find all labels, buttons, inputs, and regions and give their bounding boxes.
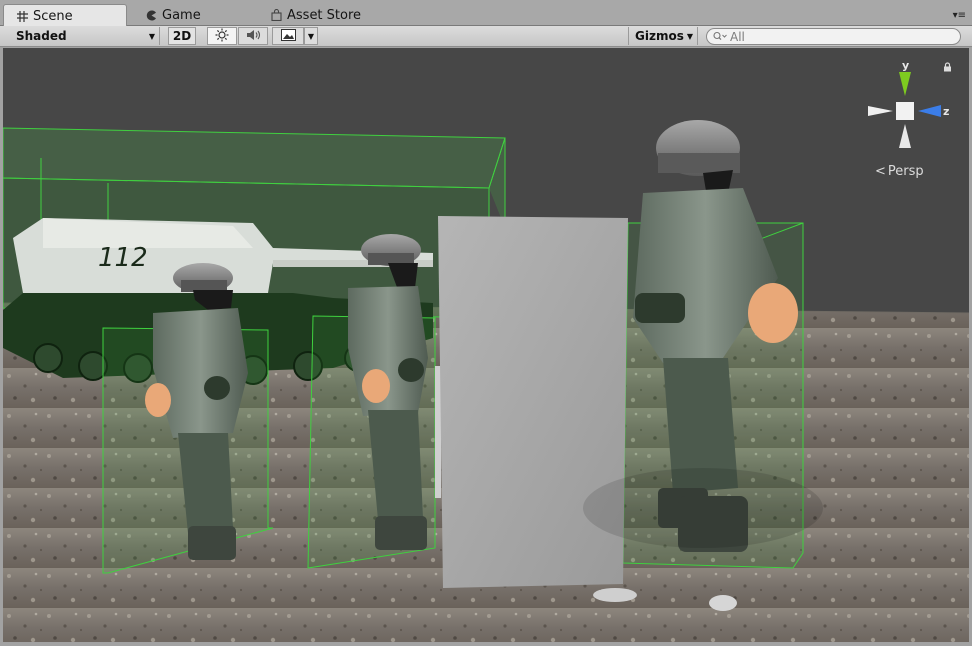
editor-tab-strip: Scene Game Asset Store ▾≡: [0, 0, 972, 27]
tab-asset-store[interactable]: Asset Store: [258, 4, 398, 26]
draw-mode-dropdown[interactable]: Shaded ▼: [8, 27, 160, 45]
center-cube: [896, 102, 914, 120]
tab-scene-label: Scene: [33, 8, 73, 24]
grid-icon: [16, 10, 28, 22]
draw-mode-label: Shaded: [16, 29, 67, 43]
x-axis-cone: [868, 106, 893, 116]
pacman-icon: [145, 9, 157, 21]
search-input[interactable]: [730, 29, 930, 44]
sun-icon: [215, 28, 229, 45]
scene-render: 112: [3, 48, 969, 642]
scene-lighting-toggle[interactable]: [207, 27, 237, 45]
gizmos-dropdown[interactable]: Gizmos ▼: [628, 27, 698, 45]
image-icon: [280, 28, 296, 44]
dropdown-arrow-icon: ▼: [148, 31, 155, 41]
tab-scene[interactable]: Scene: [3, 4, 127, 27]
y-axis-cone: [899, 72, 911, 96]
gizmos-label: Gizmos: [635, 29, 684, 43]
tab-asset-store-label: Asset Store: [287, 7, 362, 23]
scene-effects-toggle[interactable]: [272, 27, 304, 45]
projection-label: Persp: [887, 164, 924, 179]
dropdown-arrow-icon: ▼: [686, 31, 693, 41]
svg-text:z: z: [943, 105, 949, 118]
orientation-gizmo[interactable]: y z: [863, 60, 953, 200]
scene-audio-toggle[interactable]: [238, 27, 268, 45]
scene-viewport[interactable]: 112 y z < Persp: [3, 48, 969, 642]
toggle-2d-label: 2D: [172, 29, 192, 43]
scene-search-field[interactable]: [706, 28, 961, 45]
toggle-2d-button[interactable]: 2D: [168, 27, 196, 45]
shopping-bag-icon: [270, 9, 282, 21]
scene-toolbar: Shaded ▼ 2D ▼ Gizmos ▼: [0, 26, 972, 47]
z-axis-cone: [918, 105, 941, 117]
tank-number: 112: [98, 243, 148, 273]
search-icon: [713, 30, 727, 44]
neg-y-axis-cone: [899, 124, 911, 148]
projection-toggle[interactable]: < Persp: [875, 164, 924, 179]
svg-text:y: y: [902, 60, 909, 72]
tab-game[interactable]: Game: [133, 4, 253, 26]
panel-menu-icon[interactable]: ▾≡: [953, 10, 966, 21]
chevron-left-icon: <: [875, 164, 886, 179]
grey-panel-model: [435, 216, 628, 588]
tab-game-label: Game: [162, 7, 201, 23]
speaker-icon: [246, 29, 261, 44]
effects-dropdown-arrow[interactable]: ▼: [304, 27, 318, 45]
